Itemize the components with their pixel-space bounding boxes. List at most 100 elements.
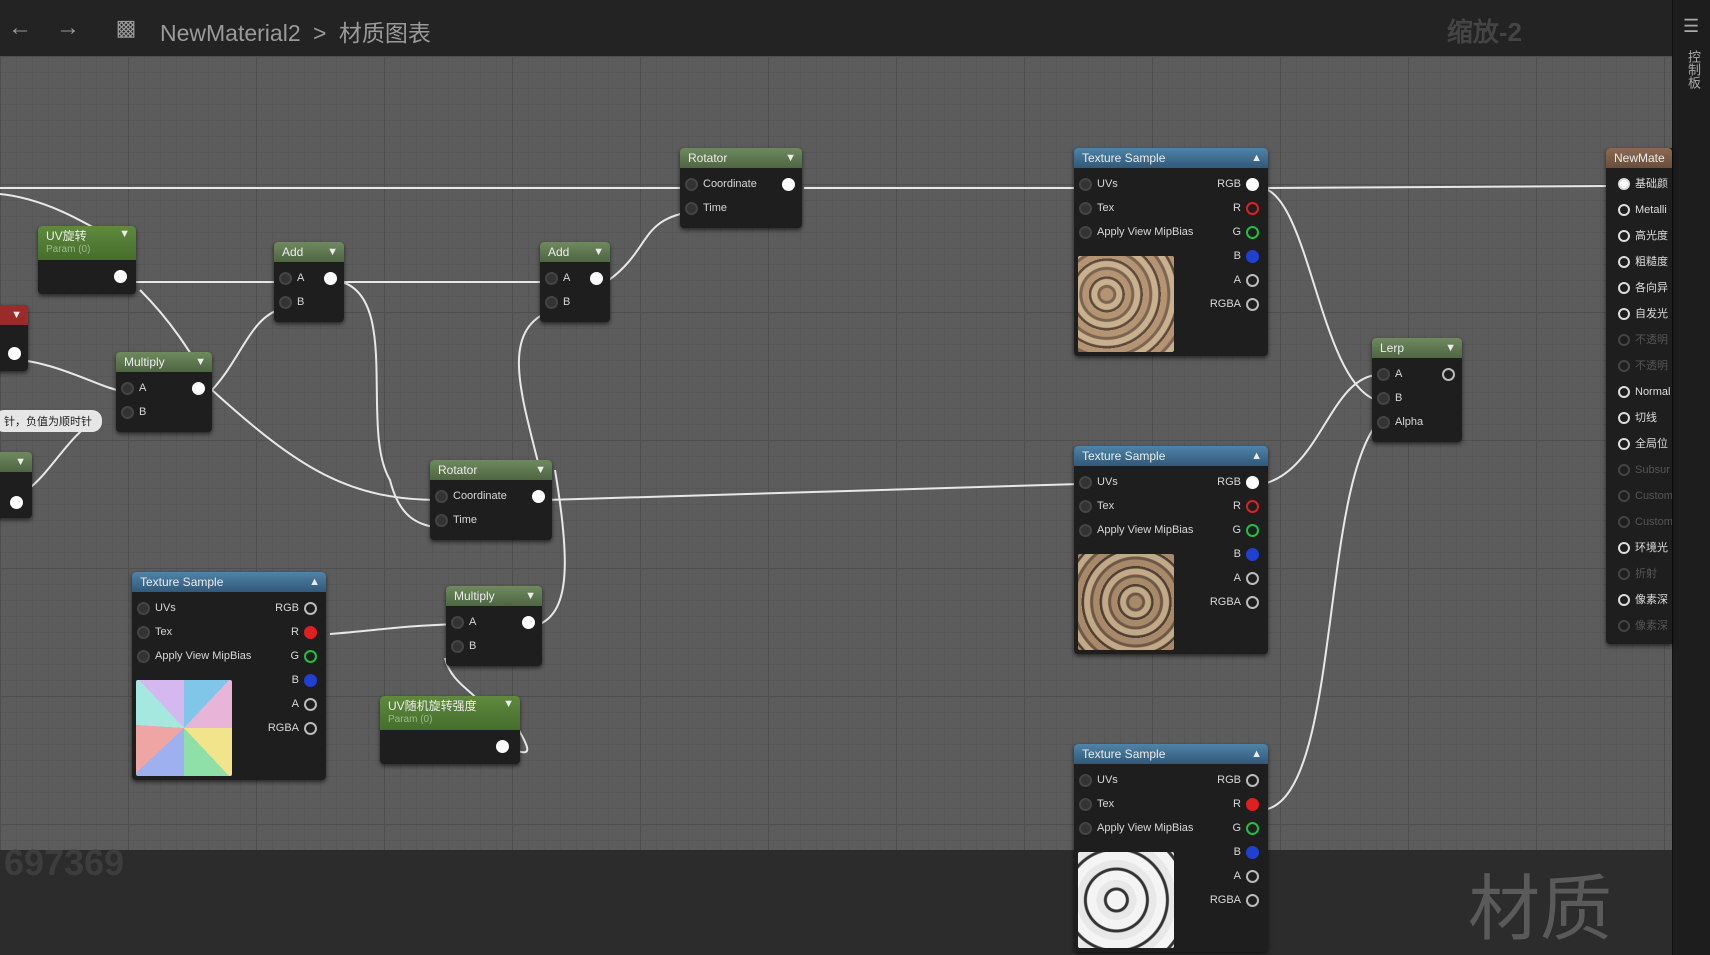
result-pin-base-color[interactable]: 基础颜 bbox=[1618, 172, 1668, 196]
out-a[interactable]: A bbox=[292, 692, 322, 716]
texture-sample-node-2[interactable]: Texture Sample ▲ UVs Tex Apply View MipBi… bbox=[1074, 446, 1268, 654]
graph-hierarchy-icon[interactable]: ▩ bbox=[112, 14, 140, 42]
pin-time[interactable]: Time bbox=[430, 508, 477, 532]
output-pin[interactable] bbox=[1437, 362, 1460, 386]
result-pin-emissive[interactable]: 自发光 bbox=[1618, 302, 1668, 326]
out-g[interactable]: G bbox=[1232, 816, 1264, 840]
out-rgb[interactable]: RGB bbox=[1217, 768, 1264, 792]
texture-sample-node-4[interactable]: Texture Sample ▲ UVs Tex Apply View MipBi… bbox=[132, 572, 326, 780]
pin-b[interactable]: B bbox=[274, 290, 304, 314]
uv-random-rotate-param-node[interactable]: UV随机旋转强度 Param (0) ▼ bbox=[380, 696, 520, 764]
collapse-icon[interactable]: ▲ bbox=[309, 572, 320, 592]
add-node-2[interactable]: Add ▼ A B bbox=[540, 242, 610, 322]
chevron-down-icon[interactable]: ▼ bbox=[327, 242, 338, 262]
pin-b[interactable]: B bbox=[540, 290, 570, 314]
multiply-node-1[interactable]: Multiply ▼ A B bbox=[116, 352, 212, 432]
out-g[interactable]: G bbox=[1232, 518, 1264, 542]
breadcrumb-graph[interactable]: 材质图表 bbox=[339, 20, 431, 46]
chevron-down-icon[interactable]: ▼ bbox=[525, 586, 536, 606]
out-r[interactable]: R bbox=[1233, 196, 1264, 220]
chevron-down-icon[interactable]: ▼ bbox=[15, 452, 26, 472]
output-pin[interactable] bbox=[187, 376, 210, 400]
result-pin-metallic[interactable]: Metalli bbox=[1618, 198, 1667, 222]
result-pin-tangent[interactable]: 切线 bbox=[1618, 406, 1657, 430]
pin-tex[interactable]: Tex bbox=[1074, 792, 1114, 816]
pin-coordinate[interactable]: Coordinate bbox=[430, 484, 507, 508]
out-r[interactable]: R bbox=[291, 620, 322, 644]
texture-sample-node-1[interactable]: Texture Sample ▲ UVs Tex Apply View MipBi… bbox=[1074, 148, 1268, 356]
out-g[interactable]: G bbox=[1232, 220, 1264, 244]
partial-green-node[interactable]: ▼ bbox=[0, 452, 32, 518]
pin-mipbias[interactable]: Apply View MipBias bbox=[1074, 816, 1193, 840]
out-r[interactable]: R bbox=[1233, 494, 1264, 518]
chevron-down-icon[interactable]: ▼ bbox=[119, 226, 130, 242]
output-pin[interactable] bbox=[585, 266, 608, 290]
output-pin[interactable] bbox=[517, 610, 540, 634]
chevron-down-icon[interactable]: ▼ bbox=[195, 352, 206, 372]
chevron-down-icon[interactable]: ▼ bbox=[11, 305, 22, 325]
material-result-node[interactable]: NewMate 基础颜 Metalli 高光度 粗糙度 各向异 自发光 不透明 … bbox=[1606, 148, 1672, 644]
add-node-1[interactable]: Add ▼ A B bbox=[274, 242, 344, 322]
out-a[interactable]: A bbox=[1234, 566, 1264, 590]
back-arrow-icon[interactable]: ← bbox=[6, 14, 34, 42]
pin-coordinate[interactable]: Coordinate bbox=[680, 172, 757, 196]
collapse-icon[interactable]: ▲ bbox=[1251, 148, 1262, 168]
result-pin-world-position-offset[interactable]: 全局位 bbox=[1618, 432, 1668, 456]
out-g[interactable]: G bbox=[290, 644, 322, 668]
palette-tab[interactable]: 控制板 bbox=[1684, 50, 1703, 89]
out-b[interactable]: B bbox=[1234, 244, 1264, 268]
pin-tex[interactable]: Tex bbox=[132, 620, 172, 644]
pin-b[interactable]: B bbox=[1372, 386, 1402, 410]
out-rgb[interactable]: RGB bbox=[1217, 470, 1264, 494]
chevron-down-icon[interactable]: ▼ bbox=[593, 242, 604, 262]
chevron-down-icon[interactable]: ▼ bbox=[785, 148, 796, 168]
forward-arrow-icon[interactable]: → bbox=[54, 14, 82, 42]
chevron-down-icon[interactable]: ▼ bbox=[503, 696, 514, 712]
pin-b[interactable]: B bbox=[116, 400, 146, 424]
pin-uvs[interactable]: UVs bbox=[1074, 470, 1118, 494]
rotator-node-2[interactable]: Rotator ▼ Coordinate Time bbox=[430, 460, 552, 540]
out-rgba[interactable]: RGBA bbox=[268, 716, 322, 740]
out-b[interactable]: B bbox=[1234, 542, 1264, 566]
collapse-icon[interactable]: ▲ bbox=[1251, 744, 1262, 764]
out-b[interactable]: B bbox=[292, 668, 322, 692]
output-pin[interactable] bbox=[491, 734, 514, 758]
pin-alpha[interactable]: Alpha bbox=[1372, 410, 1423, 434]
output-pin[interactable] bbox=[777, 172, 800, 196]
out-a[interactable]: A bbox=[1234, 268, 1264, 292]
rotator-node-1[interactable]: Rotator ▼ Coordinate Time bbox=[680, 148, 802, 228]
output-pin[interactable] bbox=[109, 264, 132, 288]
result-pin-ambient-occlusion[interactable]: 环境光 bbox=[1618, 536, 1668, 560]
pin-mipbias[interactable]: Apply View MipBias bbox=[1074, 220, 1193, 244]
partial-red-node[interactable]: ▼ bbox=[0, 305, 28, 371]
out-rgb[interactable]: RGB bbox=[1217, 172, 1264, 196]
output-pin[interactable] bbox=[3, 341, 26, 365]
pin-b[interactable]: B bbox=[446, 634, 476, 658]
pin-uvs[interactable]: UVs bbox=[1074, 768, 1118, 792]
pin-a[interactable]: A bbox=[1372, 362, 1402, 386]
result-pin-specular[interactable]: 高光度 bbox=[1618, 224, 1668, 248]
chevron-down-icon[interactable]: ▼ bbox=[1445, 338, 1456, 358]
out-b[interactable]: B bbox=[1234, 840, 1264, 864]
palette-list-icon[interactable]: ☰ bbox=[1683, 16, 1699, 37]
pin-tex[interactable]: Tex bbox=[1074, 494, 1114, 518]
result-pin-normal[interactable]: Normal bbox=[1618, 380, 1670, 404]
result-pin-anisotropy[interactable]: 各向异 bbox=[1618, 276, 1668, 300]
out-a[interactable]: A bbox=[1234, 864, 1264, 888]
pin-a[interactable]: A bbox=[446, 610, 476, 634]
multiply-node-2[interactable]: Multiply ▼ A B bbox=[446, 586, 542, 666]
lerp-node[interactable]: Lerp ▼ A B Alpha bbox=[1372, 338, 1462, 442]
texture-sample-node-3[interactable]: Texture Sample ▲ UVs Tex Apply View MipBi… bbox=[1074, 744, 1268, 952]
chevron-down-icon[interactable]: ▼ bbox=[535, 460, 546, 480]
output-pin[interactable] bbox=[319, 266, 342, 290]
pin-a[interactable]: A bbox=[116, 376, 146, 400]
collapse-icon[interactable]: ▲ bbox=[1251, 446, 1262, 466]
pin-mipbias[interactable]: Apply View MipBias bbox=[1074, 518, 1193, 542]
pin-uvs[interactable]: UVs bbox=[132, 596, 176, 620]
uv-rotate-param-node[interactable]: UV旋转 Param (0) ▼ bbox=[38, 226, 136, 294]
result-pin-pixel-depth-offset[interactable]: 像素深 bbox=[1618, 588, 1668, 612]
pin-a[interactable]: A bbox=[274, 266, 304, 290]
output-pin[interactable] bbox=[5, 490, 28, 514]
pin-time[interactable]: Time bbox=[680, 196, 727, 220]
out-rgba[interactable]: RGBA bbox=[1210, 292, 1264, 316]
